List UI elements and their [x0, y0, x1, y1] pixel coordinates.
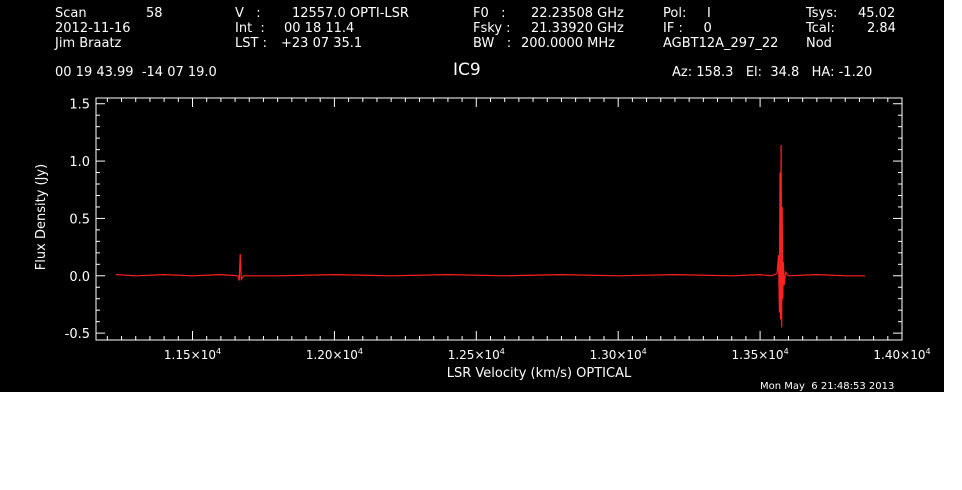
pol-field: Pol: I [663, 6, 711, 21]
f0-value: 22.23508 GHz [531, 6, 624, 21]
project-id: AGBT12A_297_22 [663, 36, 779, 51]
tcal-label: Tcal: [806, 21, 835, 36]
if-field: IF : 0 [663, 21, 712, 36]
spectrum-line [115, 144, 866, 328]
source-coordinates: 00 19 43.99 -14 07 19.0 [55, 65, 217, 80]
lst-label: LST : [235, 36, 272, 51]
tsys-label: Tsys: [806, 6, 838, 21]
observation-date: 2012-11-16 [55, 21, 131, 36]
y-tick-label: -0.5 [65, 327, 90, 342]
fsky-label: Fsky : [473, 21, 511, 36]
scan-number: 58 [146, 6, 163, 21]
y-tick-label: 0.0 [69, 270, 90, 285]
lst-value: +23 07 35.1 [281, 36, 363, 51]
tsys-value: 45.02 [858, 6, 896, 21]
x-tick-label: 1.35×104 [732, 347, 789, 362]
fsky-value: 21.33920 GHz [531, 21, 624, 36]
y-tick-label: 0.5 [69, 212, 90, 227]
bw-label: BW : [473, 36, 512, 51]
source-name: IC9 [453, 60, 481, 80]
plot-timestamp: Mon May 6 21:48:53 2013 [760, 381, 895, 392]
x-axis-label: LSR Velocity (km/s) OPTICAL [447, 366, 632, 381]
y-tick-label: 1.5 [69, 98, 90, 113]
az-el-ha: Az: 158.3 El: 34.8 HA: -1.20 [672, 65, 873, 80]
x-tick-label: 1.20×104 [306, 347, 363, 362]
velocity-value: 12557.0 OPTI-LSR [292, 6, 409, 21]
x-tick-label: 1.30×104 [590, 347, 647, 362]
f0-label: F0 : [473, 6, 506, 21]
spectrum-panel: 1.15×104 1.20×104 1.25×104 1.30×104 1.35×104… [0, 0, 944, 392]
y-axis-label: Flux Density (Jy) [34, 164, 49, 270]
x-tick-label: 1.25×104 [448, 347, 505, 362]
velocity-label: V : [235, 6, 261, 21]
bw-value: 200.0000 MHz [521, 36, 615, 51]
observer-name: Jim Braatz [55, 36, 122, 51]
nod-label: Nod [806, 36, 832, 51]
spectrum-plot: 1.15×104 1.20×104 1.25×104 1.30×104 1.35×104… [34, 97, 931, 381]
x-tick-label: 1.40×104 [873, 347, 930, 362]
tcal-value: 2.84 [867, 21, 896, 36]
int-value: 00 18 11.4 [284, 21, 355, 36]
y-tick-label: 1.0 [69, 155, 90, 170]
scan-label: Scan [55, 6, 87, 21]
int-label: Int : [235, 21, 265, 36]
x-tick-label: 1.15×104 [164, 347, 221, 362]
